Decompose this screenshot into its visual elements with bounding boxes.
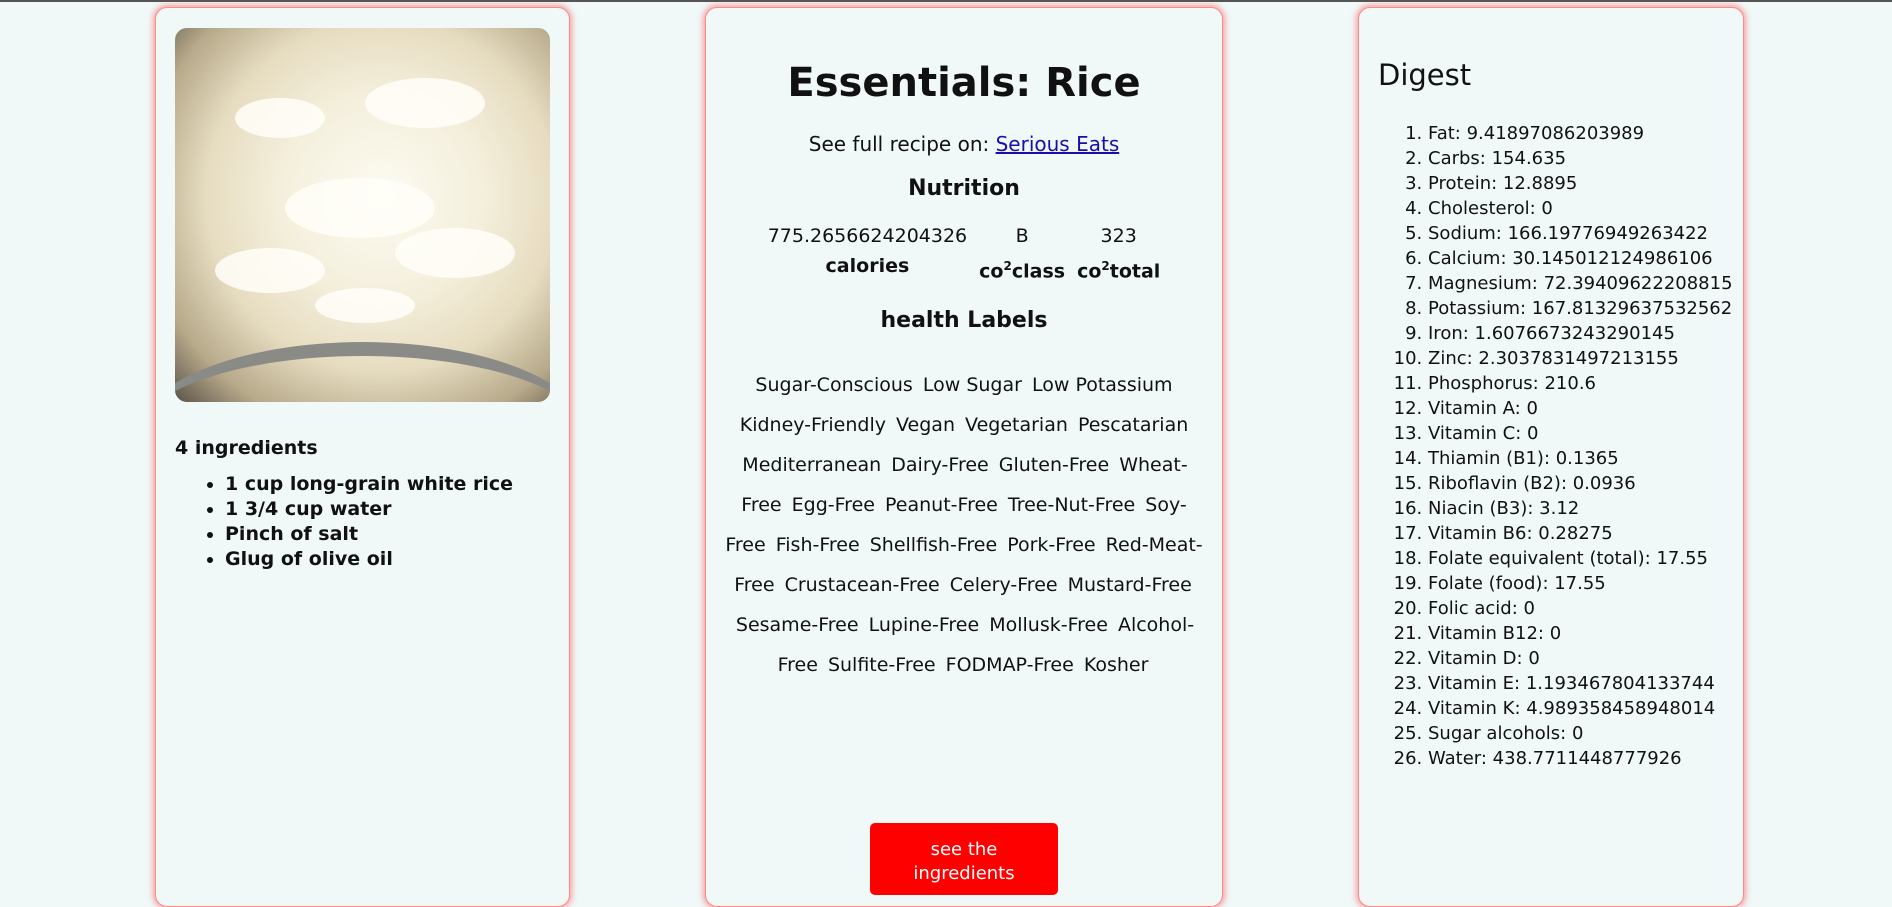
digest-title: Digest	[1378, 58, 1472, 92]
health-label: Kosher	[1083, 654, 1149, 677]
recipe-info-card: Essentials: Rice See full recipe on: Ser…	[705, 7, 1223, 907]
ingredient-item: Glug of olive oil	[225, 547, 513, 572]
health-label: Peanut-Free	[885, 494, 998, 517]
digest-item: Vitamin A: 0	[1428, 396, 1733, 421]
rice-photo	[175, 28, 550, 402]
digest-item: Zinc: 2.3037831497213155	[1428, 346, 1733, 371]
digest-item: Phosphorus: 210.6	[1428, 371, 1733, 396]
health-label: Shellfish-Free	[869, 534, 998, 557]
co2-class-value: B	[1015, 225, 1029, 247]
health-label: Pork-Free	[1007, 534, 1096, 557]
ingredient-item: 1 cup long-grain white rice	[225, 472, 513, 497]
health-label: Pescatarian	[1077, 414, 1189, 437]
digest-item: Folic acid: 0	[1428, 596, 1733, 621]
health-label: Mustard-Free	[1067, 574, 1192, 597]
digest-item: Iron: 1.6076673243290145	[1428, 321, 1733, 346]
digest-item: Vitamin K: 4.989358458948014	[1428, 696, 1733, 721]
digest-item: Calcium: 30.145012124986106	[1428, 246, 1733, 271]
ingredient-list: 1 cup long-grain white rice 1 3/4 cup wa…	[175, 472, 513, 572]
nutrition-heading: Nutrition	[908, 176, 1020, 201]
recipe-image-card: 4 ingredients 1 cup long-grain white ric…	[155, 7, 570, 907]
digest-item: Fat: 9.41897086203989	[1428, 121, 1733, 146]
health-labels-heading: health Labels	[880, 308, 1048, 334]
co2-total-value: 323	[1100, 225, 1137, 247]
health-label: Low Sugar	[922, 374, 1022, 397]
digest-card: Digest Fat: 9.41897086203989Carbs: 154.6…	[1358, 7, 1744, 907]
health-label: Sulfite-Free	[827, 654, 936, 677]
health-label: Tree-Nut-Free	[1007, 494, 1136, 517]
digest-item: Potassium: 167.81329637532562	[1428, 296, 1733, 321]
source-link[interactable]: Serious Eats	[996, 132, 1120, 156]
source-line: See full recipe on: Serious Eats	[706, 132, 1222, 156]
digest-item: Vitamin B12: 0	[1428, 621, 1733, 646]
recipe-title: Essentials: Rice	[787, 60, 1141, 106]
health-label: Mediterranean	[742, 454, 882, 477]
co2-total-label: co2total	[1077, 259, 1161, 283]
ingredients-count: 4 ingredients	[175, 437, 318, 459]
health-label: Gluten-Free	[998, 454, 1110, 477]
digest-item: Vitamin D: 0	[1428, 646, 1733, 671]
digest-item: Cholesterol: 0	[1428, 196, 1733, 221]
source-prefix: See full recipe on:	[808, 132, 990, 156]
co2-class-label: co2class	[979, 259, 1066, 283]
health-label: Low Potassium	[1031, 374, 1173, 397]
digest-item: Sugar alcohols: 0	[1428, 721, 1733, 746]
health-label: Sugar-Conscious	[755, 374, 913, 397]
see-ingredients-button[interactable]: see the ingredients	[870, 823, 1058, 895]
digest-item: Riboflavin (B2): 0.0936	[1428, 471, 1733, 496]
digest-item: Thiamin (B1): 0.1365	[1428, 446, 1733, 471]
health-label: Dairy-Free	[891, 454, 989, 477]
digest-item: Vitamin E: 1.193467804133744	[1428, 671, 1733, 696]
health-label: Vegan	[896, 414, 955, 437]
digest-item: Sodium: 166.19776949263422	[1428, 221, 1733, 246]
health-label: Celery-Free	[949, 574, 1058, 597]
health-label: FODMAP-Free	[945, 654, 1074, 677]
health-label: Mollusk-Free	[989, 614, 1108, 637]
calories-value: 775.2656624204326	[767, 225, 968, 247]
ingredient-item: 1 3/4 cup water	[225, 497, 513, 522]
ingredient-item: Pinch of salt	[225, 522, 513, 547]
digest-item: Folate equivalent (total): 17.55	[1428, 546, 1733, 571]
calories-label: calories	[825, 255, 910, 277]
nutrition-grid: 775.2656624204326 B 323 calories co2clas…	[768, 223, 1161, 288]
digest-item: Vitamin C: 0	[1428, 421, 1733, 446]
digest-list: Fat: 9.41897086203989Carbs: 154.635Prote…	[1378, 121, 1733, 771]
health-labels-list: Sugar-Conscious Low Sugar Low Potassium …	[724, 365, 1204, 685]
digest-item: Water: 438.7711448777926	[1428, 746, 1733, 771]
health-label: Kidney-Friendly	[739, 414, 886, 437]
health-label: Egg-Free	[791, 494, 875, 517]
health-label: Fish-Free	[775, 534, 860, 557]
digest-item: Vitamin B6: 0.28275	[1428, 521, 1733, 546]
digest-item: Protein: 12.8895	[1428, 171, 1733, 196]
health-label: Vegetarian	[965, 414, 1068, 437]
health-label: Sesame-Free	[735, 614, 859, 637]
digest-item: Carbs: 154.635	[1428, 146, 1733, 171]
digest-item: Magnesium: 72.39409622208815	[1428, 271, 1733, 296]
digest-item: Folate (food): 17.55	[1428, 571, 1733, 596]
digest-item: Niacin (B3): 3.12	[1428, 496, 1733, 521]
health-label: Crustacean-Free	[784, 574, 940, 597]
health-label: Lupine-Free	[868, 614, 980, 637]
